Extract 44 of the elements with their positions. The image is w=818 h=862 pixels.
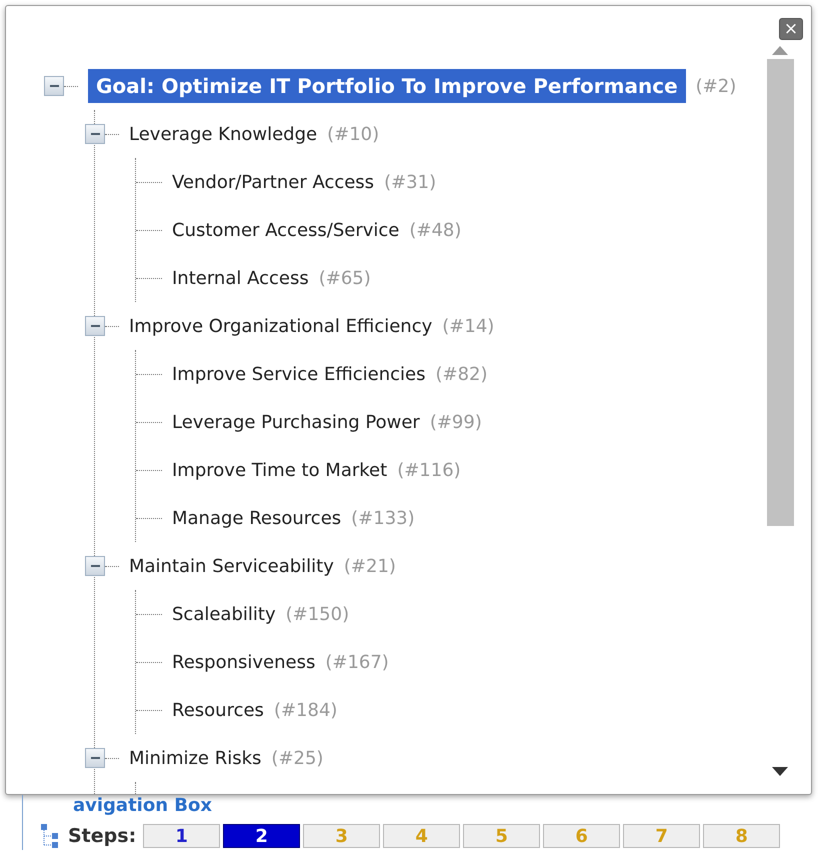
tree-item-label[interactable]: Customer Access/Service — [172, 220, 400, 240]
item-number: (#116) — [397, 460, 461, 480]
item-number: (#167) — [325, 652, 389, 672]
navigation-box-title: avigation Box — [73, 795, 213, 816]
collapse-toggle[interactable] — [85, 124, 105, 144]
tree-item-label[interactable]: Manage Resources — [172, 508, 342, 528]
tree-item-label[interactable]: Maintain Serviceability — [129, 556, 334, 576]
collapse-toggle[interactable] — [85, 556, 105, 576]
steps-label: Steps: — [68, 825, 136, 847]
item-number: (#14) — [442, 316, 494, 336]
collapse-toggle[interactable] — [85, 316, 105, 336]
close-button[interactable]: × — [779, 18, 803, 40]
item-number: (#25) — [271, 748, 324, 768]
scroll-down-icon[interactable] — [772, 767, 788, 776]
tree-item-label[interactable]: Vendor/Partner Access — [172, 172, 374, 192]
item-number: (#184) — [274, 700, 338, 720]
item-number: (#133) — [351, 508, 415, 528]
item-number: (#10) — [327, 124, 380, 144]
scrollbar-thumb[interactable] — [766, 59, 794, 526]
item-number: (#31) — [384, 172, 436, 192]
tree-item-label[interactable]: Responsiveness — [172, 652, 316, 672]
tree-item-label[interactable]: Goal: Optimize IT Portfolio To Improve Performance — [88, 69, 686, 103]
tree-item-label[interactable]: Scaleability — [172, 604, 276, 624]
item-number: (#65) — [318, 268, 371, 288]
item-number: (#99) — [430, 412, 482, 432]
step-button[interactable]: 1 — [143, 824, 220, 848]
item-number: (#48) — [409, 220, 462, 240]
tree-icon[interactable] — [39, 822, 59, 850]
tree-item-label[interactable]: Minimize Risks — [129, 748, 262, 768]
collapse-toggle[interactable] — [85, 748, 105, 768]
item-number: (#2) — [696, 76, 736, 96]
tree-item-label[interactable]: Leverage Purchasing Power — [172, 412, 420, 432]
step-button[interactable]: 2 — [223, 824, 300, 848]
tree-item-label[interactable]: Improve Service Efficiencies — [172, 364, 426, 384]
tree-item-label[interactable]: Internal Access — [172, 268, 309, 288]
item-number: (#21) — [344, 556, 396, 576]
tree-item-label[interactable]: Improve Time to Market — [172, 460, 388, 480]
tree-item-label[interactable]: Resources — [172, 700, 264, 720]
scroll-up-icon[interactable] — [772, 46, 788, 55]
tree-item-label[interactable]: Improve Organizational Efficiency — [129, 316, 432, 336]
item-number: (#82) — [436, 364, 488, 384]
collapse-toggle[interactable] — [44, 76, 64, 96]
tree-item-label[interactable]: Leverage Knowledge — [129, 124, 318, 144]
item-number: (#150) — [286, 604, 350, 624]
